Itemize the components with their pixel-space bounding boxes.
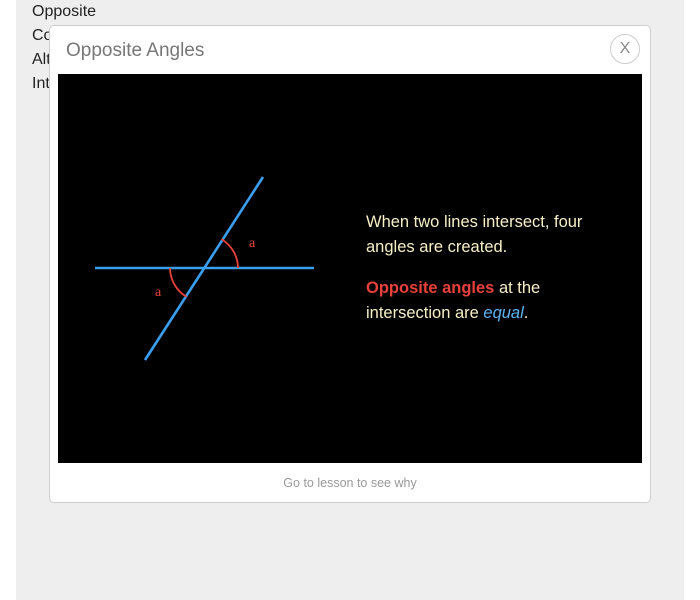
lesson-animation-panel[interactable]: a a When two lines intersect, four angle… <box>58 74 642 463</box>
opposite-angles-emphasis: Opposite angles <box>366 279 495 297</box>
caption-line-1: When two lines intersect, four angles ar… <box>366 213 583 256</box>
angle-arc-bottom <box>169 267 188 298</box>
close-button[interactable]: X <box>610 34 640 64</box>
lesson-caption: When two lines intersect, four angles ar… <box>366 210 616 342</box>
angle-label-top: a <box>249 236 256 251</box>
caption-end-text: . <box>523 304 529 322</box>
angle-label-bottom: a <box>155 285 162 300</box>
go-to-lesson-link[interactable]: Go to lesson to see why <box>50 476 650 490</box>
caption-line-2: Opposite angles at the intersection are … <box>366 276 616 326</box>
equal-emphasis: equal <box>483 304 524 322</box>
opposite-angles-modal: Opposite Angles X a a When two lines int… <box>49 25 651 503</box>
modal-title: Opposite Angles <box>66 40 205 61</box>
angle-arc-top <box>220 238 239 269</box>
